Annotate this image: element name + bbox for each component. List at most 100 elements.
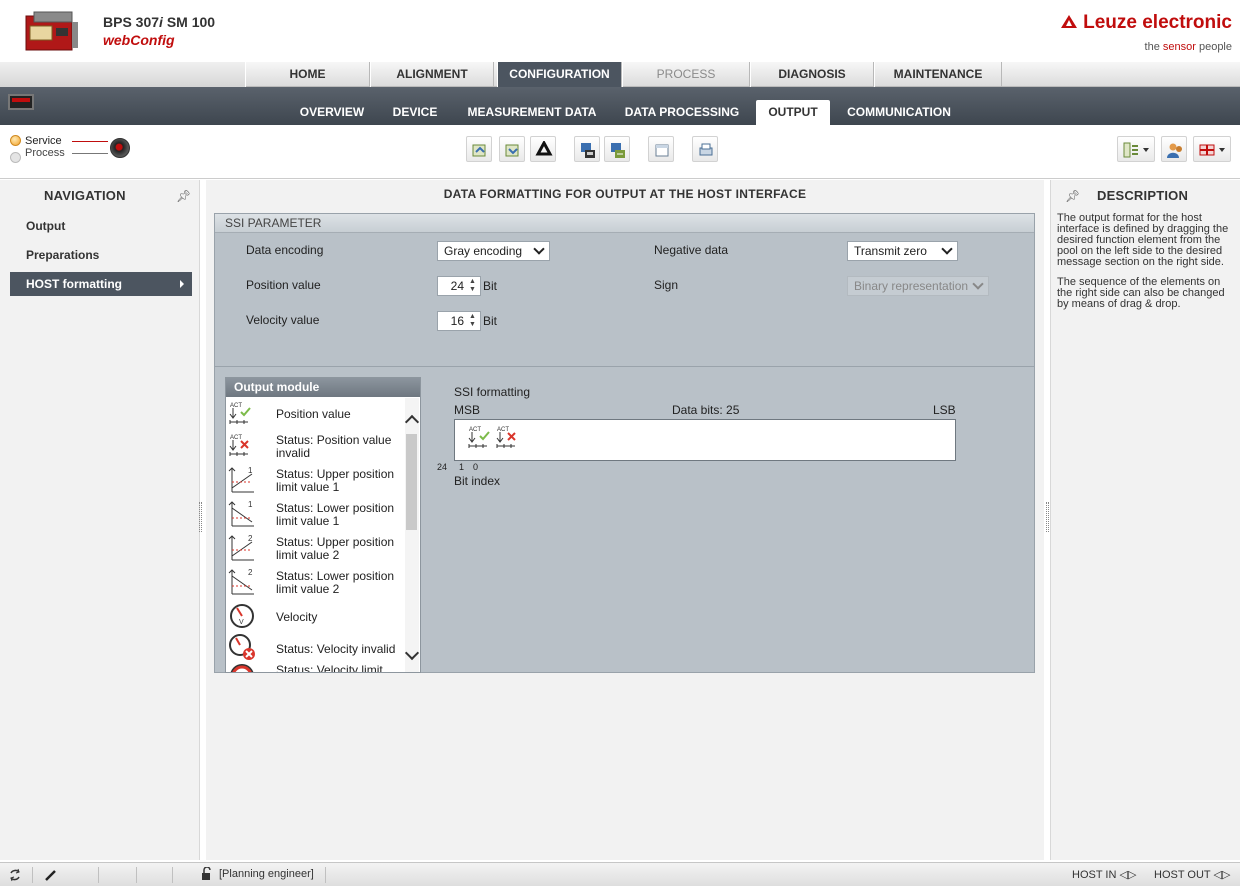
velocity-value-label: Velocity value <box>246 313 320 327</box>
description-title: DESCRIPTION <box>1097 188 1189 203</box>
view-menu-button[interactable] <box>1117 136 1155 162</box>
module-item[interactable]: 2 Status: Lower position limit value 2 <box>226 568 404 600</box>
save-file-icon <box>611 143 625 158</box>
nav-item-preparations[interactable]: Preparations <box>10 243 192 267</box>
language-button[interactable] <box>1193 136 1231 162</box>
right-splitter-handle[interactable] <box>1046 502 1049 532</box>
module-item[interactable]: 1 Status: Upper position limit value 1 <box>226 466 404 498</box>
tab-configuration[interactable]: CONFIGURATION <box>497 62 622 87</box>
download-config-button[interactable] <box>499 136 525 162</box>
app-name: webConfig <box>103 32 175 48</box>
chevron-down-icon <box>941 243 953 255</box>
svg-text:ACT: ACT <box>230 403 242 409</box>
module-item[interactable]: Status: Velocity invalid <box>226 633 404 663</box>
position-value-label: Position value <box>246 278 321 292</box>
page-title: DATA FORMATTING FOR OUTPUT AT THE HOST I… <box>443 187 807 201</box>
tab-home[interactable]: HOME <box>245 62 370 87</box>
toolbar: Service Process <box>0 125 1240 179</box>
upload-config-button[interactable] <box>466 136 492 162</box>
tab-process[interactable]: PROCESS <box>622 62 750 87</box>
output-module-heading: Output module <box>226 378 420 397</box>
monitor-icon <box>8 94 34 110</box>
velocity-limit-icon <box>230 664 254 672</box>
recycle-icon <box>535 141 553 156</box>
subtab-communication[interactable]: COMMUNICATION <box>840 100 958 125</box>
mode-switch-knob[interactable] <box>110 138 130 158</box>
stepper-down-icon[interactable]: ▼ <box>467 321 478 329</box>
bit-index-label: Bit index <box>454 474 501 488</box>
tab-alignment[interactable]: ALIGNMENT <box>370 62 494 87</box>
left-splitter-handle[interactable] <box>199 502 202 532</box>
print-icon <box>699 143 713 156</box>
ssi-message-drop-area[interactable]: ACT ACT <box>454 419 956 461</box>
svg-text:ACT: ACT <box>230 435 242 441</box>
bit-number: 1 <box>459 462 465 472</box>
main-content: DATA FORMATTING FOR OUTPUT AT THE HOST I… <box>206 180 1044 860</box>
nav-item-host-formatting[interactable]: HOST formatting <box>10 272 192 296</box>
save-device-button[interactable] <box>574 136 600 162</box>
negative-data-select[interactable]: Transmit zero <box>847 241 958 261</box>
bit-number: 24 <box>437 462 448 472</box>
signal-icon: ◁▷ <box>1213 869 1231 881</box>
velocity-value-stepper[interactable]: 16 ▲ ▼ <box>437 311 481 331</box>
recycle-button[interactable] <box>530 136 556 162</box>
pin-icon[interactable]: 📌︎ <box>1065 189 1080 203</box>
module-item[interactable]: ACT Position value <box>226 400 404 430</box>
module-item[interactable]: 1 Status: Lower position limit value 1 <box>226 500 404 532</box>
tab-maintenance[interactable]: MAINTENANCE <box>874 62 1002 87</box>
save-file-button[interactable] <box>604 136 630 162</box>
ssi-parameter-heading: SSI PARAMETER <box>215 214 1034 233</box>
subtab-data-processing[interactable]: DATA PROCESSING <box>618 100 746 125</box>
open-file-icon <box>655 144 669 157</box>
upper-limit-2-icon: 2 <box>228 534 254 561</box>
velocity-invalid-icon <box>229 634 255 660</box>
stepper-down-icon[interactable]: ▼ <box>467 286 478 294</box>
language-icon <box>1199 144 1215 156</box>
chevron-down-icon <box>972 278 984 290</box>
data-encoding-label: Data encoding <box>246 243 324 257</box>
subtab-device[interactable]: DEVICE <box>384 100 446 125</box>
host-in-indicator: HOST IN ◁▷ <box>1072 869 1137 881</box>
description-panel: 📌︎ DESCRIPTION The output format for the… <box>1046 180 1240 860</box>
upload-config-icon <box>472 144 486 157</box>
navigation-panel: NAVIGATION 📌︎ Output Preparations HOST f… <box>0 180 202 860</box>
sign-label: Sign <box>654 278 679 292</box>
data-bits-readout: Data bits: 25 <box>672 403 740 417</box>
save-device-icon <box>581 143 595 158</box>
subtab-overview[interactable]: OVERVIEW <box>288 100 376 125</box>
sign-select[interactable]: Binary representation <box>847 276 989 296</box>
pencil-icon[interactable] <box>44 868 58 882</box>
refresh-icon[interactable] <box>8 868 22 882</box>
velocity-gauge-icon: V <box>230 604 254 628</box>
module-scroll-thumb[interactable] <box>406 434 417 530</box>
chevron-down-icon <box>533 243 545 255</box>
subtab-output[interactable]: OUTPUT <box>756 100 830 125</box>
unlock-icon <box>202 867 211 880</box>
module-item[interactable]: ACT Status: Position value invalid <box>226 432 404 464</box>
module-item[interactable]: Status: Velocity limit value 1 <box>226 662 404 672</box>
stepper-up-icon[interactable]: ▲ <box>467 313 478 321</box>
user-button[interactable] <box>1161 136 1187 162</box>
pin-icon[interactable]: 📌︎ <box>176 189 191 203</box>
view-menu-icon <box>1123 142 1138 158</box>
brand-logo: Leuze electronic <box>1061 12 1232 34</box>
signal-icon: ◁▷ <box>1119 869 1137 881</box>
act-check-icon[interactable]: ACT <box>467 424 495 452</box>
data-encoding-select[interactable]: Gray encoding <box>437 241 550 261</box>
open-file-button[interactable] <box>648 136 674 162</box>
position-value-stepper[interactable]: 24 ▲ ▼ <box>437 276 481 296</box>
tab-diagnosis[interactable]: DIAGNOSIS <box>750 62 874 87</box>
output-module-pool[interactable]: Output module ACT Position value ACT Sta… <box>225 377 421 673</box>
stepper-up-icon[interactable]: ▲ <box>467 278 478 286</box>
module-item[interactable]: V Velocity <box>226 602 404 632</box>
act-cross-icon[interactable]: ACT <box>495 424 523 452</box>
process-led-icon <box>10 152 21 163</box>
host-out-indicator: HOST OUT ◁▷ <box>1154 869 1231 881</box>
chevron-down-icon <box>1143 148 1149 152</box>
svg-text:1: 1 <box>248 466 253 475</box>
module-item[interactable]: 2 Status: Upper position limit value 2 <box>226 534 404 566</box>
subtab-measurement-data[interactable]: MEASUREMENT DATA <box>460 100 604 125</box>
main-menu: HOME ALIGNMENT CONFIGURATION PROCESS DIA… <box>0 62 1240 87</box>
print-button[interactable] <box>692 136 718 162</box>
nav-item-output[interactable]: Output <box>10 214 192 238</box>
